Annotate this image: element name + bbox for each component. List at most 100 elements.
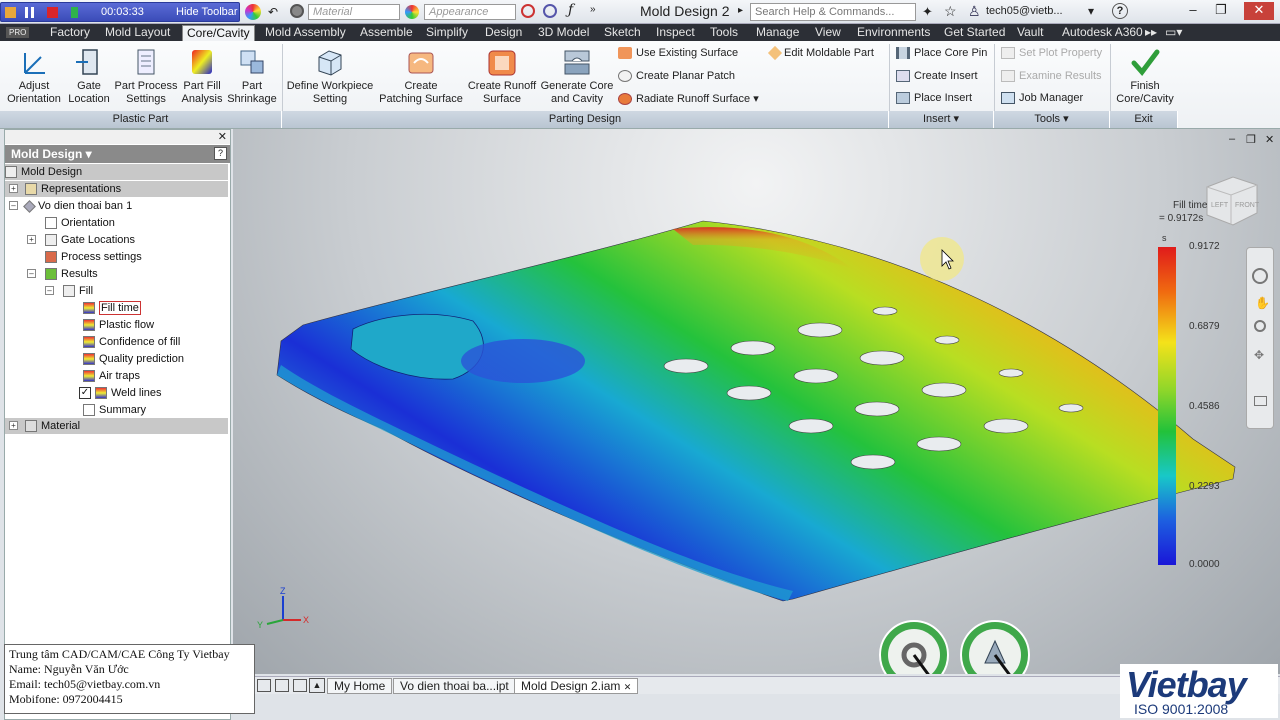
orbit-icon[interactable]: ✥ (1254, 348, 1264, 362)
undo-icon[interactable]: ↶ (268, 5, 278, 19)
panel-tools[interactable]: Tools ▾ (994, 111, 1110, 128)
tree-item-representations[interactable]: + Representations (5, 181, 228, 197)
arrange-view-icon[interactable] (293, 679, 307, 692)
create-patching-surface-button[interactable]: Create Patching Surface (376, 45, 466, 106)
viewcube-icon[interactable]: LEFT FRONT (1201, 173, 1263, 233)
maximize-button[interactable]: ❐ (1208, 2, 1234, 20)
look-at-icon[interactable] (1254, 396, 1267, 406)
tab-assemble[interactable]: Assemble (360, 25, 413, 41)
gate-location-button[interactable]: Gate Location (64, 45, 114, 106)
set-plot-property-button[interactable]: Set Plot Property (1001, 47, 1102, 60)
measure-icon[interactable] (543, 4, 557, 18)
more-icon[interactable]: » (590, 4, 596, 15)
more-tabs-icon[interactable]: ▸▸ (1145, 25, 1157, 41)
zoom-icon[interactable] (521, 4, 535, 18)
grid-icon[interactable] (5, 7, 16, 18)
tab-simplify[interactable]: Simplify (426, 25, 468, 41)
edit-moldable-part-button[interactable]: Edit Moldable Part (767, 46, 874, 61)
create-runoff-surface-button[interactable]: Create Runoff Surface (466, 45, 538, 106)
palette-icon[interactable] (245, 4, 261, 20)
part-shrinkage-button[interactable]: Part Shrinkage (226, 45, 278, 106)
binoculars-icon[interactable]: ✦ (922, 4, 933, 20)
tab-part-document[interactable]: Vo dien thoai ba...ipt (393, 678, 516, 694)
user-account[interactable]: tech05@vietb... (986, 5, 1063, 17)
zoom-icon[interactable] (1254, 320, 1266, 332)
expand-icon[interactable]: + (9, 421, 18, 430)
cart-icon[interactable]: ▾ (1088, 4, 1094, 18)
tree-root[interactable]: Mold Design (5, 164, 228, 180)
radiate-runoff-surface-button[interactable]: Radiate Runoff Surface ▾ (618, 92, 759, 106)
tab-mold-assembly[interactable]: Mold Assembly (265, 25, 346, 41)
stop-icon[interactable] (47, 7, 58, 18)
adjust-orientation-button[interactable]: Adjust Orientation (4, 45, 64, 106)
help-icon[interactable]: ? (1112, 3, 1128, 19)
tree-item-summary[interactable]: Summary (83, 402, 146, 418)
pan-icon[interactable]: ✋ (1255, 296, 1270, 310)
search-input[interactable]: Search Help & Commands... (750, 3, 916, 21)
part-fill-analysis-button[interactable]: Part Fill Analysis (178, 45, 226, 106)
close-icon[interactable]: ✕ (218, 130, 227, 143)
expand-search-icon[interactable]: ▸ (738, 5, 743, 16)
tab-design[interactable]: Design (485, 25, 522, 41)
close-tab-icon[interactable]: ✕ (624, 682, 632, 692)
star-icon[interactable]: ☆ (944, 3, 957, 20)
tab-view[interactable]: View (815, 25, 841, 41)
place-insert-button[interactable]: Place Insert (896, 92, 972, 105)
tab-autodesk-a360[interactable]: Autodesk A360 (1062, 25, 1143, 41)
tab-3d-model[interactable]: 3D Model (538, 25, 589, 41)
tree-item-material[interactable]: + Material (5, 418, 228, 434)
create-insert-button[interactable]: Create Insert (896, 70, 978, 83)
part-process-settings-button[interactable]: Part Process Settings (114, 45, 178, 106)
tree-item-orientation[interactable]: Orientation (45, 215, 115, 231)
restore-view-icon[interactable]: ❐ (1246, 133, 1256, 146)
tree-item-quality-prediction[interactable]: Quality prediction (83, 351, 184, 367)
collapse-icon[interactable]: – (45, 286, 54, 295)
tree-item-results[interactable]: – Results (27, 266, 98, 282)
expand-icon[interactable]: + (9, 184, 18, 193)
appearance-dropdown[interactable]: Appearance (424, 4, 516, 20)
job-manager-button[interactable]: Job Manager (1001, 92, 1083, 105)
tree-item-confidence-of-fill[interactable]: Confidence of fill (83, 334, 180, 350)
generate-core-and-cavity-button[interactable]: Generate Core and Cavity (538, 45, 616, 106)
minimize-view-icon[interactable]: – (1229, 133, 1235, 145)
tab-list-icon[interactable]: ▲ (309, 678, 325, 693)
tree-item-air-traps[interactable]: Air traps (83, 368, 140, 384)
finish-core-cavity-button[interactable]: Finish Core/Cavity (1112, 45, 1178, 106)
tile-view-icon[interactable] (257, 679, 271, 692)
tab-get-started[interactable]: Get Started (944, 25, 1005, 41)
tab-my-home[interactable]: My Home (327, 678, 393, 694)
weld-lines-checkbox[interactable]: ✓ (79, 387, 91, 400)
material-dropdown[interactable]: Material (308, 4, 400, 20)
tree-item-part[interactable]: – Vo dien thoai ban 1 (5, 198, 132, 214)
place-core-pin-button[interactable]: Place Core Pin (896, 47, 987, 60)
tab-sketch[interactable]: Sketch (604, 25, 641, 41)
tab-mold-design-2[interactable]: Mold Design 2.iam ✕ (514, 678, 639, 694)
full-navigation-wheel-icon[interactable] (1252, 268, 1268, 284)
browser-title[interactable]: Mold Design ▾ (5, 145, 230, 163)
camera-icon[interactable]: ▭▾ (1165, 25, 1182, 41)
cascade-view-icon[interactable] (275, 679, 289, 692)
close-view-icon[interactable]: ✕ (1265, 133, 1274, 146)
examine-results-button[interactable]: Examine Results (1001, 70, 1102, 83)
tab-manage[interactable]: Manage (756, 25, 799, 41)
close-window-button[interactable]: ✕ (1244, 2, 1274, 20)
tab-mold-layout[interactable]: Mold Layout (105, 25, 170, 41)
tab-environments[interactable]: Environments (857, 25, 930, 41)
panel-insert[interactable]: Insert ▾ (889, 111, 994, 128)
user-icon[interactable]: ♙ (968, 3, 981, 20)
tree-item-fill-time[interactable]: Fill time (83, 300, 141, 316)
define-workpiece-setting-button[interactable]: Define Workpiece Setting (284, 45, 376, 106)
settings-icon[interactable] (290, 4, 304, 18)
record-icon[interactable] (71, 7, 78, 18)
tab-factory[interactable]: Factory (50, 25, 90, 41)
minimize-button[interactable]: – (1180, 2, 1206, 20)
graphics-viewport[interactable]: LEFT FRONT Fill time = 0.9172s s 0.9172 … (233, 129, 1280, 674)
tree-item-process-settings[interactable]: Process settings (45, 249, 142, 265)
expand-icon[interactable]: + (27, 235, 36, 244)
tab-vault[interactable]: Vault (1017, 25, 1043, 41)
collapse-icon[interactable]: – (9, 201, 18, 210)
tree-item-gate-locations[interactable]: + Gate Locations (27, 232, 135, 248)
collapse-icon[interactable]: – (27, 269, 36, 278)
create-planar-patch-button[interactable]: Create Planar Patch (618, 70, 735, 83)
hide-toolbar-button[interactable]: Hide Toolbar (176, 6, 238, 18)
